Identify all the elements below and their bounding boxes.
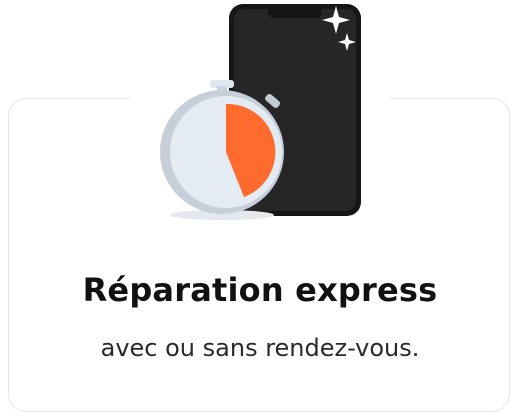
card-title: Réparation express bbox=[82, 271, 438, 309]
card-subtitle: avec ou sans rendez-vous. bbox=[100, 334, 420, 362]
express-repair-illustration bbox=[130, 4, 390, 220]
